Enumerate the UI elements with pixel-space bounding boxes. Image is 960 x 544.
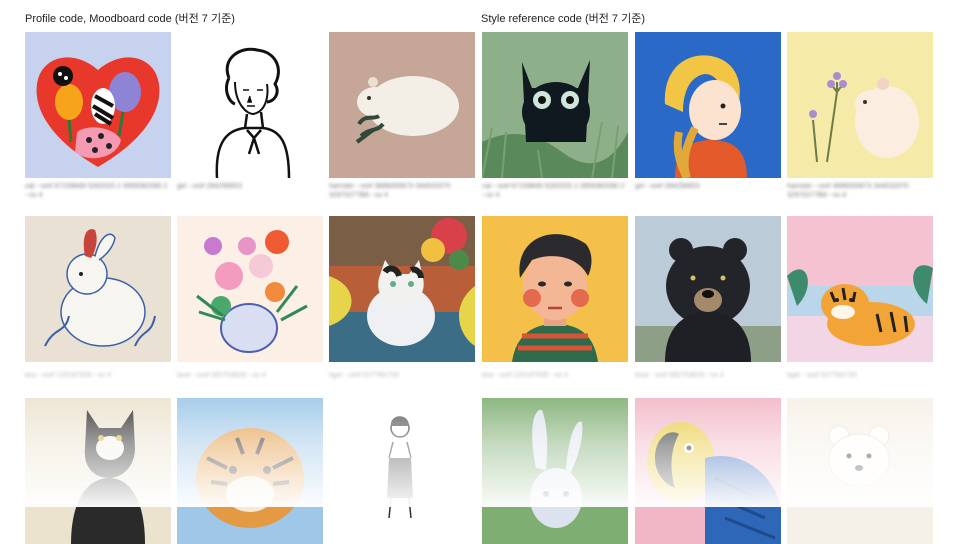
girl-figure-image[interactable] [329,398,475,544]
heart-tulips-image[interactable] [25,32,171,178]
black-bear-image[interactable] [635,216,781,362]
caption-row2-4: boy --sref 120187935 --sv 4 [482,372,568,379]
caption-row2-3: tiger --sref 52776A733 [329,372,399,379]
caption-row1-2: girl --sref 284256653 [177,183,242,190]
hamster-image[interactable] [329,32,475,178]
rabbit-image[interactable] [25,216,171,362]
caption-row2-1: boy --sref 120187935 --sv 4 [25,372,111,379]
tiger-face-image[interactable] [177,398,323,544]
caption-row1-3: hamster --sref 3686000673 344532070 3297… [329,183,451,199]
blonde-girl-image[interactable] [635,32,781,178]
tiger-pink-image[interactable] [787,216,933,362]
caption-row2-6: tiger --sref 52776A733 [787,372,857,379]
caption-row1-4: cat --sref 67159849 5282025 2 3959382090… [482,183,625,199]
profile-section-title: Profile code, Moodboard code (버전 7 기준) [25,13,235,25]
tuxedo-cat-image[interactable] [25,398,171,544]
flower-vase-image[interactable] [177,216,323,362]
calico-cat-image[interactable] [329,216,475,362]
rabbit-green-image[interactable] [482,398,628,544]
white-bear-image[interactable] [787,398,933,544]
boy-portrait-image[interactable] [482,216,628,362]
caption-row1-5: girl --sref 284256653 [635,183,700,190]
caption-row1-1: cat --sref 67159849 5282025 2 3959382090… [25,183,168,199]
parrot-image[interactable] [635,398,781,544]
caption-row2-2: bear --sref 592704626 --sv 4 [177,372,266,379]
girl-line-image[interactable] [177,32,323,178]
caption-row2-5: bear --sref 592704626 --sv 4 [635,372,724,379]
caption-row1-6: hamster --sref 3686000673 344532070 3297… [787,183,909,199]
black-cat-image[interactable] [482,32,628,178]
style-section-title: Style reference code (버전 7 기준) [481,13,645,25]
hamster-flowers-image[interactable] [787,32,933,178]
